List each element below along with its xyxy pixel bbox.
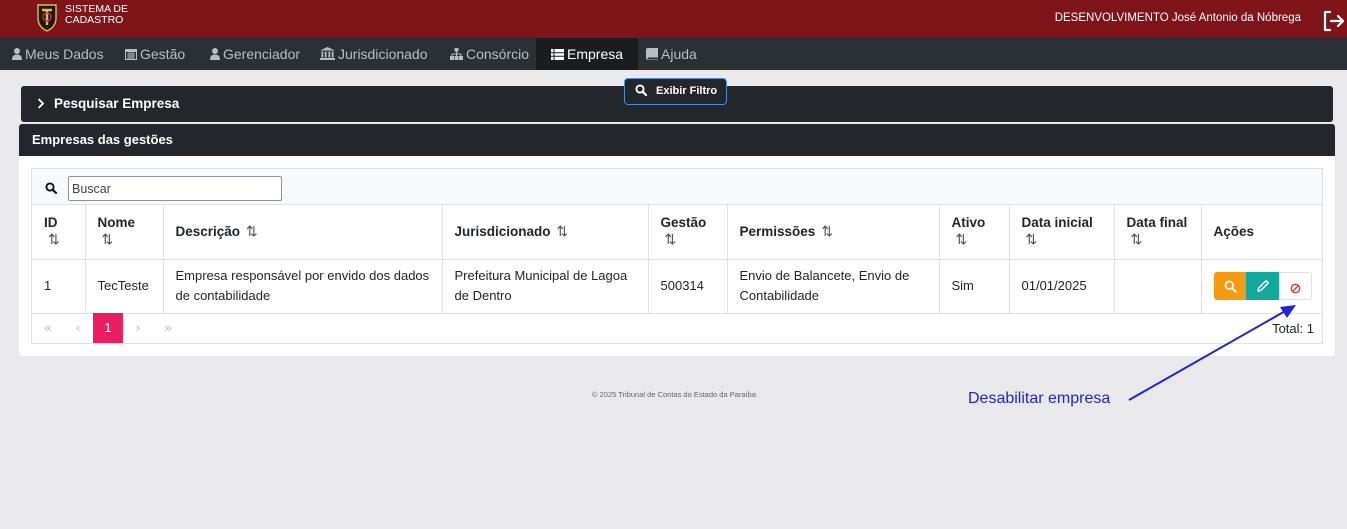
calendar-icon <box>125 49 137 60</box>
column-label: Nome <box>97 215 136 231</box>
cell-actions <box>1201 259 1322 314</box>
column-header-descricao[interactable]: Descrição ⇅ <box>163 205 443 260</box>
column-label: Ativo <box>951 215 986 231</box>
nav-item-label: Consórcio <box>466 46 530 62</box>
cell-id: 1 <box>32 259 86 314</box>
nav-item-label: Empresa <box>567 46 624 62</box>
disable-company-button[interactable] <box>1278 272 1312 300</box>
list-icon <box>551 49 564 60</box>
column-label: Jurisdicionado <box>454 224 551 240</box>
bank-icon <box>320 47 335 60</box>
table-header-row: ID ⇅ Nome ⇅ Descrição ⇅ Jurisdicionado ⇅ Ges… <box>32 205 1322 260</box>
brand-logo-icon <box>37 4 57 32</box>
column-header-id[interactable]: ID ⇅ <box>32 205 86 260</box>
nav-item-gerenciador[interactable]: Gerenciador <box>210 38 300 70</box>
column-header-ativo[interactable]: Ativo ⇅ <box>939 205 1010 260</box>
show-filter-label: Exibir Filtro <box>656 85 718 97</box>
sort-icon[interactable]: ⇅ <box>665 230 715 248</box>
ban-icon <box>1290 283 1301 294</box>
companies-table: ID ⇅ Nome ⇅ Descrição ⇅ Jurisdicionado ⇅ Ges… <box>32 205 1322 314</box>
column-label: Data final <box>1126 215 1188 231</box>
column-label: ID <box>44 215 58 231</box>
sort-icon[interactable]: ⇅ <box>1131 230 1189 248</box>
app-title-line2: CADASTRO <box>65 14 124 26</box>
nav-item-label: Gestão <box>140 46 186 62</box>
last-page-button[interactable]: » <box>153 313 183 343</box>
prev-page-button[interactable]: ‹ <box>63 313 93 343</box>
nav-item-label: Jurisdicionado <box>338 46 428 62</box>
nav-item-label: Meus Dados <box>25 46 104 62</box>
cell-data-final <box>1114 259 1202 314</box>
card-title: Empresas das gestões <box>19 124 1335 156</box>
column-label: Permissões <box>739 224 816 240</box>
column-label: Gestão <box>660 215 707 231</box>
column-header-nome[interactable]: Nome ⇅ <box>85 205 164 260</box>
nav-item-label: Gerenciador <box>223 46 301 62</box>
search-icon <box>635 84 648 97</box>
cell-nome: TecTeste <box>85 259 164 314</box>
column-header-data-inicial[interactable]: Data inicial ⇅ <box>1009 205 1115 260</box>
user-name: DESENVOLVIMENTO José Antonio da Nóbrega <box>1054 12 1301 24</box>
page-1-button[interactable]: 1 <box>93 313 123 343</box>
cell-permissoes: Envio de Balancete, Envio de Contabilida… <box>727 259 940 314</box>
nav-item-empresa[interactable]: Empresa <box>536 38 639 70</box>
logout-icon[interactable] <box>1321 9 1345 33</box>
pencil-icon <box>1257 280 1269 292</box>
user-icon <box>210 48 220 60</box>
column-header-data-final[interactable]: Data final ⇅ <box>1114 205 1202 260</box>
top-header: SISTEMA DE CADASTRO DESENVOLVIMENTO José… <box>0 0 1347 38</box>
column-header-gestao[interactable]: Gestão ⇅ <box>648 205 728 260</box>
user-icon <box>12 48 22 60</box>
search-company-title: Pesquisar Empresa <box>54 96 180 111</box>
companies-table-container: ID⇅ Nome⇅ Descrição⇅ Jurisdicionado⇅ Ges… <box>31 168 1323 344</box>
cell-jurisdicionado: Prefeitura Municipal de Lagoa de Dentro <box>442 259 649 314</box>
search-icon <box>1224 280 1237 293</box>
book-icon <box>646 48 658 60</box>
total-count: Total: 1 <box>1272 321 1314 336</box>
column-label: Data inicial <box>1021 215 1093 231</box>
cell-ativo: Sim <box>939 259 1010 314</box>
edit-company-button[interactable] <box>1246 272 1280 300</box>
sort-icon[interactable]: ⇅ <box>48 230 73 248</box>
sort-icon[interactable]: ⇅ <box>821 223 833 239</box>
first-page-button[interactable]: « <box>33 313 63 343</box>
column-header-jurisdicionado[interactable]: Jurisdicionado ⇅ <box>442 205 649 260</box>
sort-icon[interactable]: ⇅ <box>557 223 569 239</box>
main-navbar: Meus Dados Gestão Gerenciador Jurisdicio… <box>0 38 1347 70</box>
annotation-label: Desabilitar empresa <box>968 390 1111 407</box>
nav-item-consorcio[interactable]: Consórcio <box>450 38 529 70</box>
chevron-right-icon <box>37 98 45 109</box>
nav-item-meus-dados[interactable]: Meus Dados <box>12 38 104 70</box>
next-page-button[interactable]: › <box>123 313 153 343</box>
column-header-acoes: Ações <box>1201 205 1322 260</box>
view-company-button[interactable] <box>1213 272 1247 300</box>
sort-icon[interactable]: ⇅ <box>246 223 258 239</box>
column-label: Ações <box>1213 224 1255 240</box>
cell-gestao: 500314 <box>648 259 728 314</box>
nav-item-gestao[interactable]: Gestão <box>125 38 185 70</box>
column-header-permissoes[interactable]: Permissões ⇅ <box>727 205 940 260</box>
companies-card: Empresas das gestões ID⇅ Nome⇅ Descrição… <box>19 124 1335 356</box>
app-title: SISTEMA DE CADASTRO <box>65 4 128 26</box>
sort-icon[interactable]: ⇅ <box>1026 230 1102 248</box>
nav-item-ajuda[interactable]: Ajuda <box>646 38 697 70</box>
nav-item-label: Ajuda <box>661 46 697 62</box>
table-search-row <box>32 169 1322 205</box>
sort-icon[interactable]: ⇅ <box>956 230 997 248</box>
cell-data-inicial: 01/01/2025 <box>1009 259 1115 314</box>
sort-icon[interactable]: ⇅ <box>102 230 151 248</box>
nav-item-jurisdicionado[interactable]: Jurisdicionado <box>320 38 428 70</box>
pagination-row: « ‹ 1 › » Total: 1 <box>32 313 1322 344</box>
sitemap-icon <box>450 48 463 60</box>
search-icon <box>45 182 57 194</box>
cell-descricao: Empresa responsável por envido dos dados… <box>163 259 443 314</box>
table-row: 1 TecTeste Empresa responsável por envid… <box>32 259 1322 314</box>
show-filter-button[interactable]: Exibir Filtro <box>624 78 727 105</box>
footer-text: © 2025 Tribunal de Contas do Estado da P… <box>592 390 756 399</box>
search-input[interactable] <box>68 176 282 201</box>
column-label: Descrição <box>175 224 241 240</box>
